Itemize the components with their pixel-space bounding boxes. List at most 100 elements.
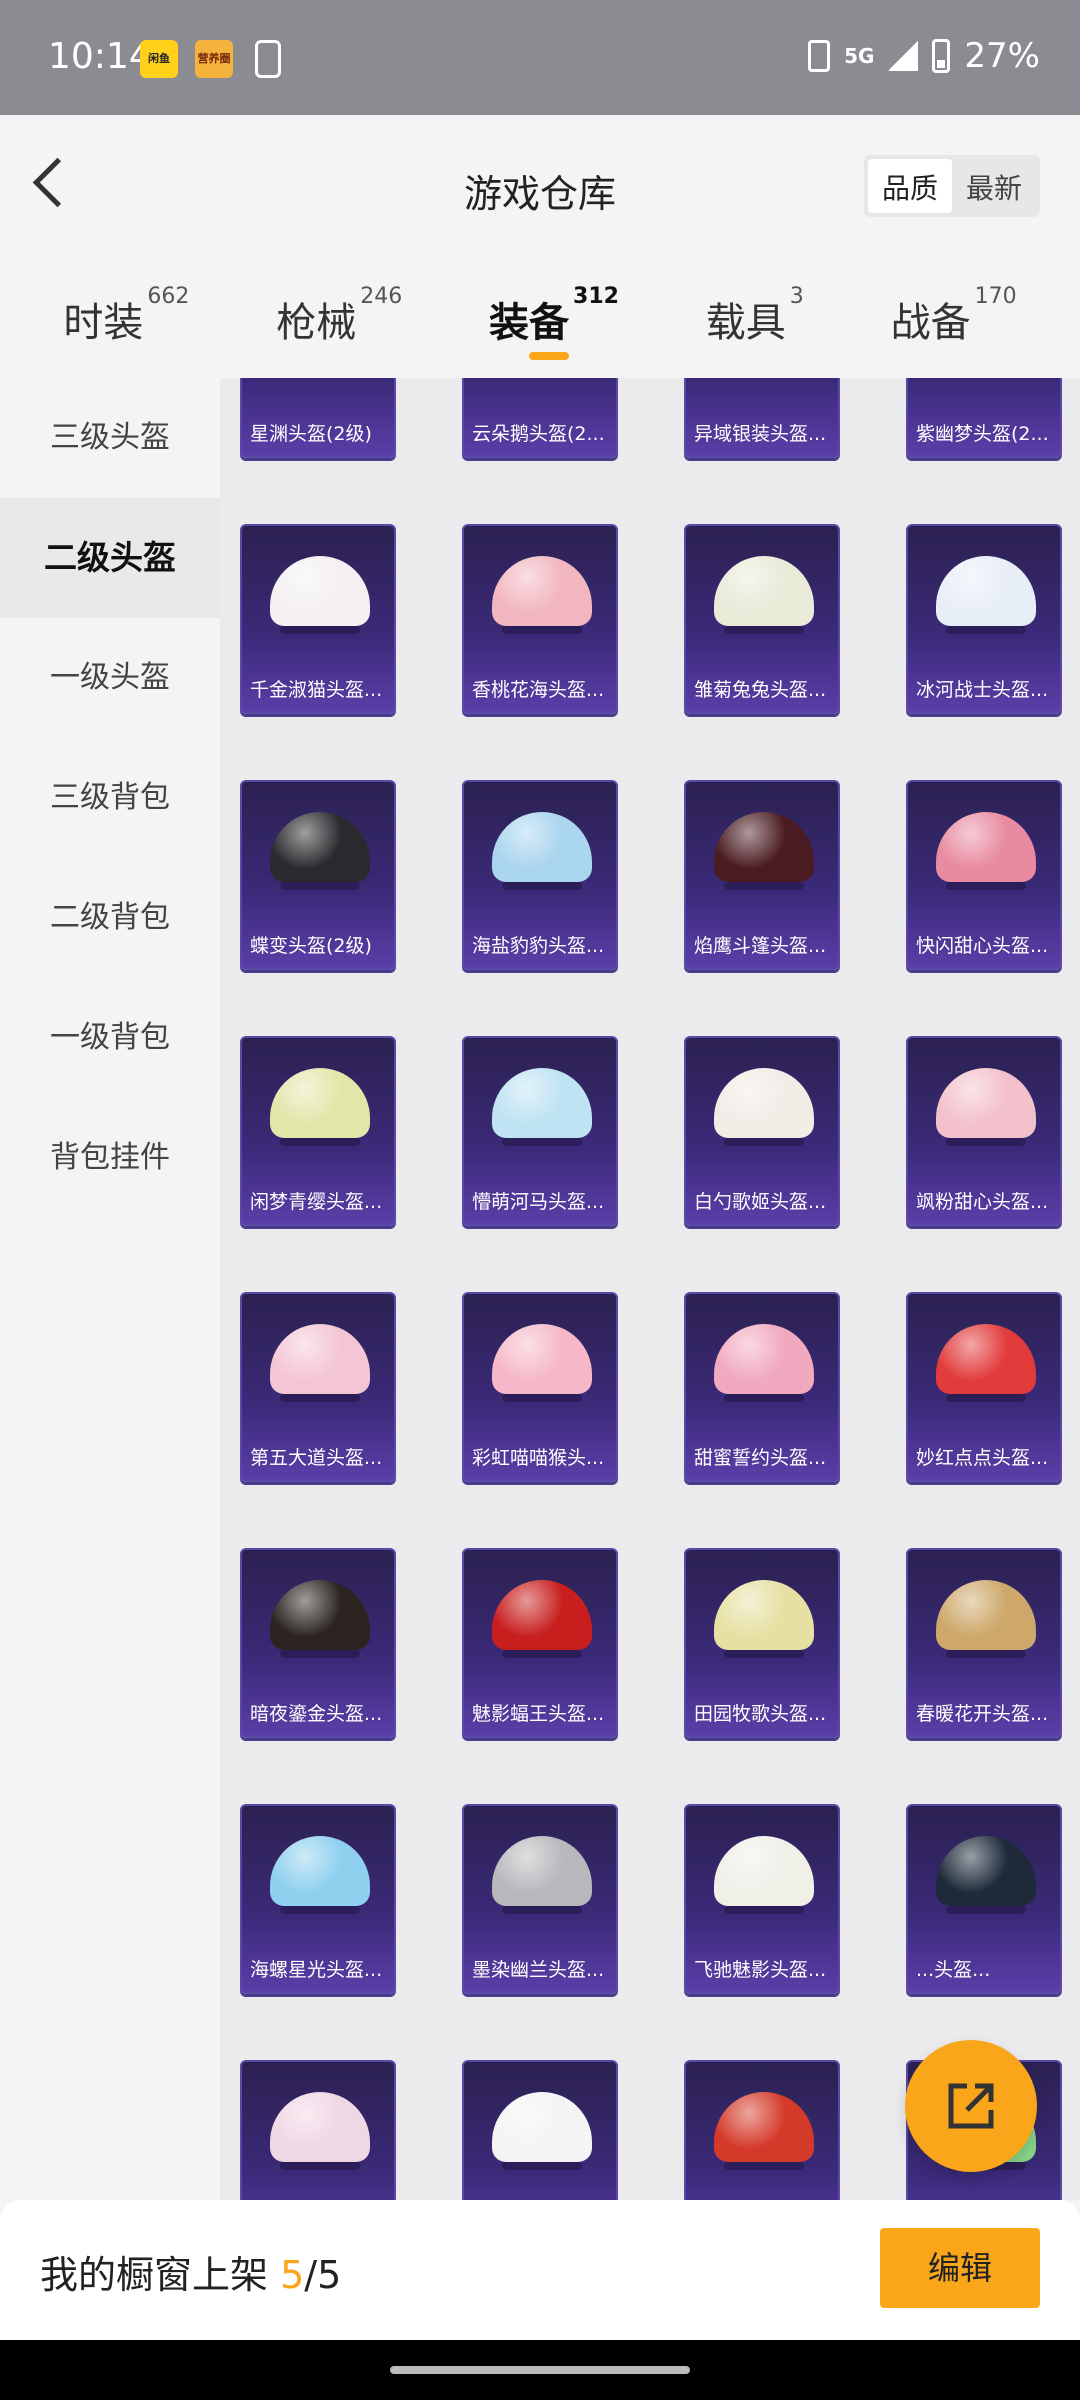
tab-label: 载具 (705, 300, 786, 346)
item-card[interactable]: 飞驰魅影头盔... (684, 1804, 840, 1994)
sort-newest-option[interactable]: 最新 (952, 159, 1036, 213)
item-name: ...头盔... (916, 1959, 991, 1981)
helmet-image (714, 1580, 814, 1658)
helmet-image (936, 1836, 1036, 1914)
helmet-image (714, 1324, 814, 1402)
item-name: 彩虹喵喵猴头... (472, 1447, 605, 1469)
item-name: 妙红点点头盔... (916, 1447, 1049, 1469)
item-card[interactable]: 海盐豹豹头盔... (462, 780, 618, 970)
item-card[interactable]: 田园牧歌头盔... (684, 1548, 840, 1738)
item-name: 田园牧歌头盔... (694, 1703, 827, 1725)
helmet-image (270, 2092, 370, 2170)
item-card[interactable]: 白勺歌姬头盔... (684, 1036, 840, 1226)
category-tabs: 时装662 枪械246 装备312 载具3 战备170 (0, 260, 1080, 378)
item-card[interactable]: 蝶变头盔(2级) (240, 780, 396, 970)
helmet-image (492, 556, 592, 634)
item-card[interactable]: 甜蜜誓约头盔... (684, 1292, 840, 1482)
helmet-image (492, 1324, 592, 1402)
helmet-image (714, 1836, 814, 1914)
showcase-current-count: 5 (280, 2253, 305, 2297)
tab-label: 时装 (63, 300, 144, 346)
item-card[interactable]: 懵萌河马头盔... (462, 1036, 618, 1226)
item-card[interactable]: 第五大道头盔... (240, 1292, 396, 1482)
helmet-image (270, 812, 370, 890)
item-card[interactable]: 海螺星光头盔... (240, 1804, 396, 1994)
item-name: 海盐豹豹头盔... (472, 935, 605, 957)
item-card[interactable] (240, 2060, 396, 2200)
tab-count: 3 (789, 284, 804, 309)
item-name: 快闪甜心头盔... (916, 935, 1049, 957)
sidebar-item-level3-backpack[interactable]: 三级背包 (0, 738, 220, 858)
item-card[interactable]: 快闪甜心头盔... (906, 780, 1062, 970)
sidebar-item-level1-backpack[interactable]: 一级背包 (0, 978, 220, 1098)
sidebar-item-level2-helmet[interactable]: 二级头盔 (0, 498, 220, 618)
tab-combat-gear[interactable]: 战备170 (890, 284, 1017, 348)
item-card[interactable]: 妙红点点头盔... (906, 1292, 1062, 1482)
tab-fashion[interactable]: 时装662 (63, 284, 189, 348)
item-name: 暗夜鎏金头盔... (250, 1703, 383, 1725)
item-name: 香桃花海头盔... (472, 679, 605, 701)
item-card[interactable]: 异域银装头盔... (684, 378, 840, 458)
item-name: 异域银装头盔... (694, 423, 827, 445)
item-card[interactable]: 墨染幽兰头盔... (462, 1804, 618, 1994)
item-card[interactable] (684, 2060, 840, 2200)
item-name: 蝶变头盔(2级) (250, 935, 372, 957)
tab-count: 312 (573, 284, 619, 309)
item-card[interactable]: 云朵鹅头盔(2... (462, 378, 618, 458)
item-card[interactable]: 冰河战士头盔... (906, 524, 1062, 714)
subcategory-sidebar: 三级头盔 二级头盔 一级头盔 三级背包 二级背包 一级背包 背包挂件 (0, 378, 220, 2200)
tab-equipment[interactable]: 装备312 (489, 284, 619, 360)
sort-quality-option[interactable]: 品质 (867, 159, 952, 213)
item-name: 闲梦青缨头盔... (250, 1191, 383, 1213)
item-card[interactable]: 星渊头盔(2级) (240, 378, 396, 458)
item-card[interactable]: 暗夜鎏金头盔... (240, 1548, 396, 1738)
item-card[interactable]: 紫幽梦头盔(2... (906, 378, 1062, 458)
system-nav-bar (0, 2340, 1080, 2400)
showcase-total-count: /5 (304, 2253, 342, 2297)
item-card[interactable]: 彩虹喵喵猴头... (462, 1292, 618, 1482)
item-card[interactable]: 魅影蝠王头盔... (462, 1548, 618, 1738)
tab-vehicles[interactable]: 载具3 (705, 284, 804, 348)
helmet-image (492, 1580, 592, 1658)
item-card[interactable]: 雏菊兔兔头盔... (684, 524, 840, 714)
share-button[interactable] (905, 2040, 1037, 2172)
item-name: 魅影蝠王头盔... (472, 1703, 605, 1725)
sidebar-item-backpack-charm[interactable]: 背包挂件 (0, 1098, 220, 1218)
signal-icon (888, 41, 919, 71)
home-gesture-handle[interactable] (390, 2366, 690, 2374)
item-card[interactable]: 千金淑猫头盔... (240, 524, 396, 714)
item-card[interactable]: 焰鹰斗篷头盔... (684, 780, 840, 970)
app-notification-icon: 营养圈 (195, 40, 233, 78)
sidebar-item-level3-helmet[interactable]: 三级头盔 (0, 378, 220, 498)
tab-count: 246 (360, 284, 403, 309)
status-indicators: 5G 27% (808, 36, 1040, 76)
tab-weapons[interactable]: 枪械246 (276, 284, 402, 348)
helmet-image (714, 1068, 814, 1146)
item-card[interactable]: 飒粉甜心头盔... (906, 1036, 1062, 1226)
helmet-image (492, 812, 592, 890)
battery-icon (932, 39, 951, 73)
network-type: 5G (844, 44, 875, 68)
item-name: 千金淑猫头盔... (250, 679, 383, 701)
item-card[interactable]: 闲梦青缨头盔... (240, 1036, 396, 1226)
status-time: 10:14 (48, 36, 152, 77)
sidebar-item-level1-helmet[interactable]: 一级头盔 (0, 618, 220, 738)
showcase-bar: 我的橱窗上架 5/5 编辑 (0, 2200, 1080, 2340)
tab-label: 战备 (890, 300, 971, 346)
edit-button[interactable]: 编辑 (880, 2228, 1040, 2308)
item-name: 紫幽梦头盔(2... (916, 423, 1049, 445)
item-name: 海螺星光头盔... (250, 1959, 383, 1981)
helmet-image (270, 1580, 370, 1658)
item-name: 第五大道头盔... (250, 1447, 383, 1469)
helmet-image (936, 1580, 1036, 1658)
item-card[interactable]: ...头盔... (906, 1804, 1062, 1994)
screen-rotate-icon (255, 40, 281, 78)
item-card[interactable]: 香桃花海头盔... (462, 524, 618, 714)
item-name: 甜蜜誓约头盔... (694, 1447, 827, 1469)
item-name: 春暖花开头盔... (916, 1703, 1049, 1725)
item-card[interactable] (462, 2060, 618, 2200)
helmet-image (492, 1068, 592, 1146)
item-card[interactable]: 春暖花开头盔... (906, 1548, 1062, 1738)
sidebar-item-level2-backpack[interactable]: 二级背包 (0, 858, 220, 978)
showcase-label: 我的橱窗上架 (40, 2253, 269, 2297)
